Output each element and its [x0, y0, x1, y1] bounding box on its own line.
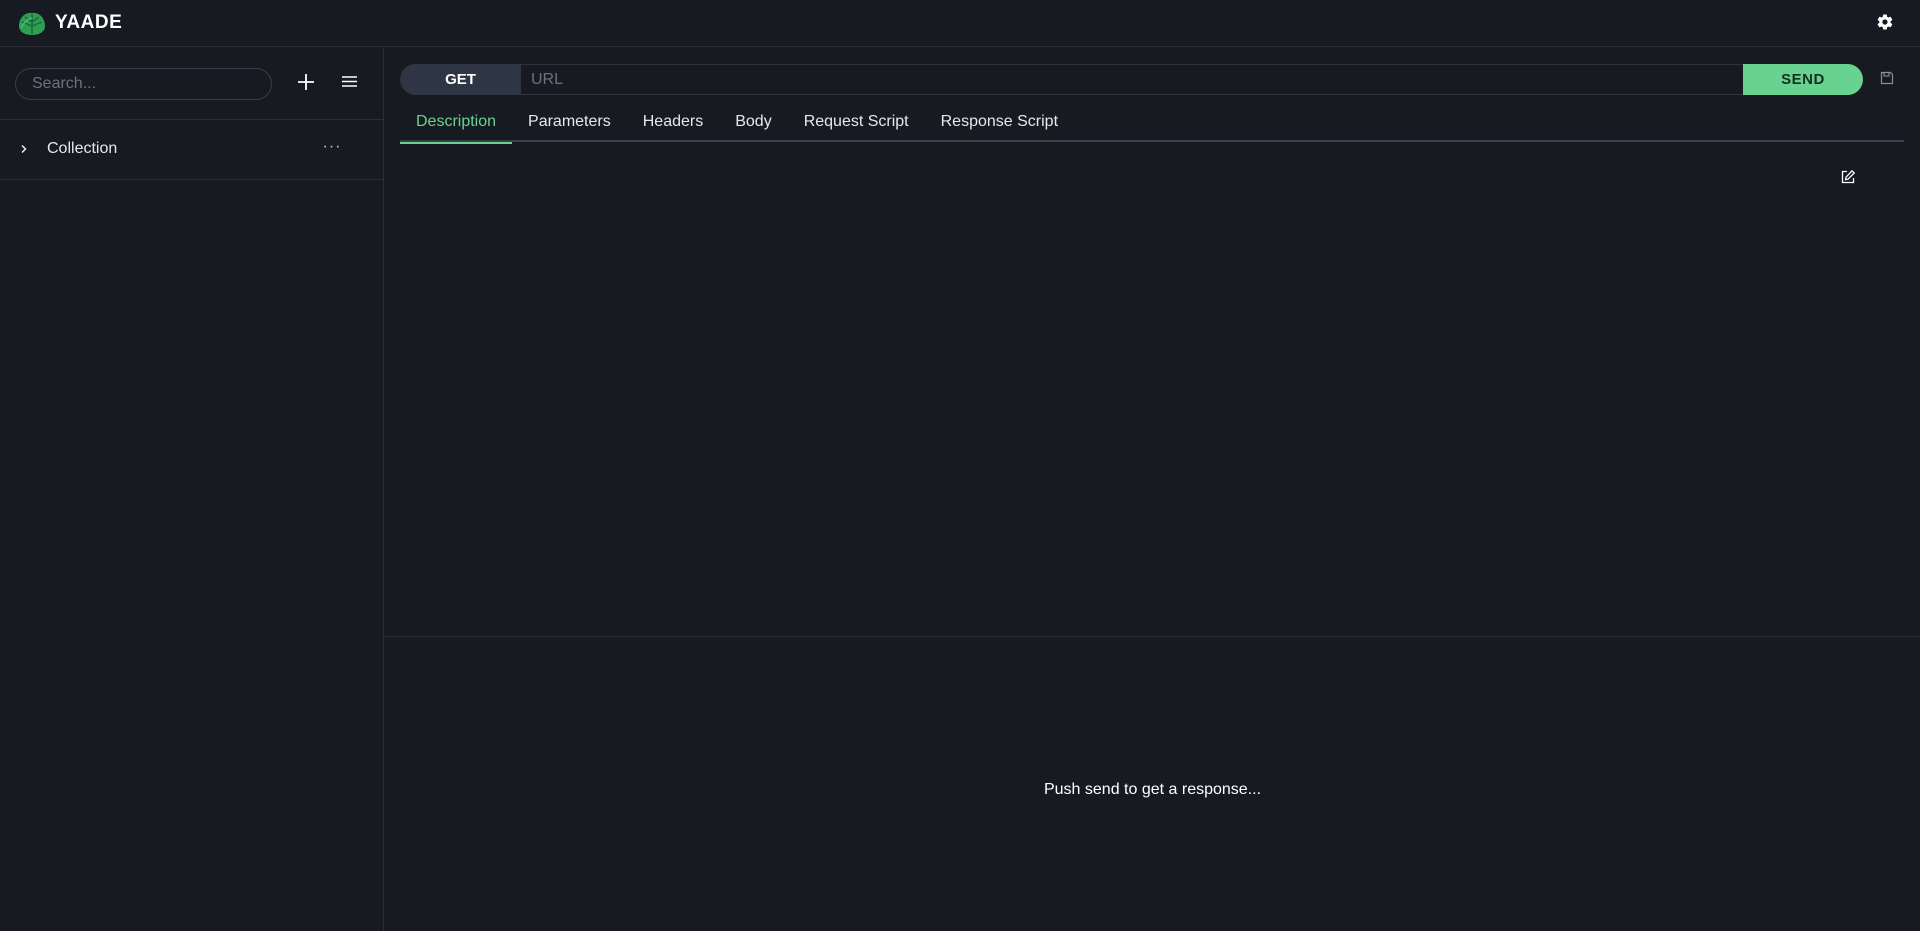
app-title: YAADE — [55, 12, 123, 33]
plus-icon — [297, 73, 315, 96]
leaf-logo-icon — [16, 10, 48, 36]
settings-button[interactable] — [1874, 13, 1896, 35]
collection-item[interactable]: Collection ··· — [0, 120, 383, 180]
tab-request-script[interactable]: Request Script — [788, 102, 925, 142]
tab-headers[interactable]: Headers — [627, 102, 719, 142]
top-bar: YAADE — [0, 0, 1920, 47]
url-bar: GET SEND — [400, 64, 1863, 95]
floppy-disk-icon — [1880, 71, 1894, 89]
collection-name: Collection — [47, 140, 118, 157]
url-input[interactable] — [521, 64, 1743, 95]
gear-icon — [1876, 13, 1894, 36]
tab-body[interactable]: Body — [719, 102, 787, 142]
chevron-right-icon[interactable] — [17, 142, 31, 156]
collection-more-button[interactable]: ··· — [321, 138, 343, 158]
edit-description-button[interactable] — [1840, 169, 1858, 187]
edit-icon — [1840, 169, 1856, 189]
send-button[interactable]: SEND — [1743, 64, 1863, 95]
sidebar-menu-button[interactable] — [337, 72, 361, 96]
tab-response-script[interactable]: Response Script — [925, 102, 1074, 142]
request-panel: GET SEND Description Parameters Headers … — [385, 48, 1920, 931]
hamburger-menu-icon — [341, 75, 357, 93]
sidebar: Collection ··· — [0, 48, 384, 931]
save-request-button[interactable] — [1880, 71, 1896, 87]
tab-description[interactable]: Description — [400, 102, 513, 144]
response-placeholder-message: Push send to get a response... — [1043, 781, 1262, 798]
brand: YAADE — [16, 10, 122, 36]
response-panel: Push send to get a response... — [385, 636, 1920, 931]
method-select[interactable]: GET — [400, 64, 521, 95]
search-input[interactable] — [15, 68, 272, 100]
request-tabs: Description Parameters Headers Body Requ… — [400, 102, 1904, 144]
app-root: YAADE Search... Collection ··· GET URL S… — [0, 0, 1920, 931]
sidebar-toolbar — [0, 48, 383, 120]
tab-parameters[interactable]: Parameters — [512, 102, 627, 142]
add-collection-button[interactable] — [294, 72, 318, 96]
